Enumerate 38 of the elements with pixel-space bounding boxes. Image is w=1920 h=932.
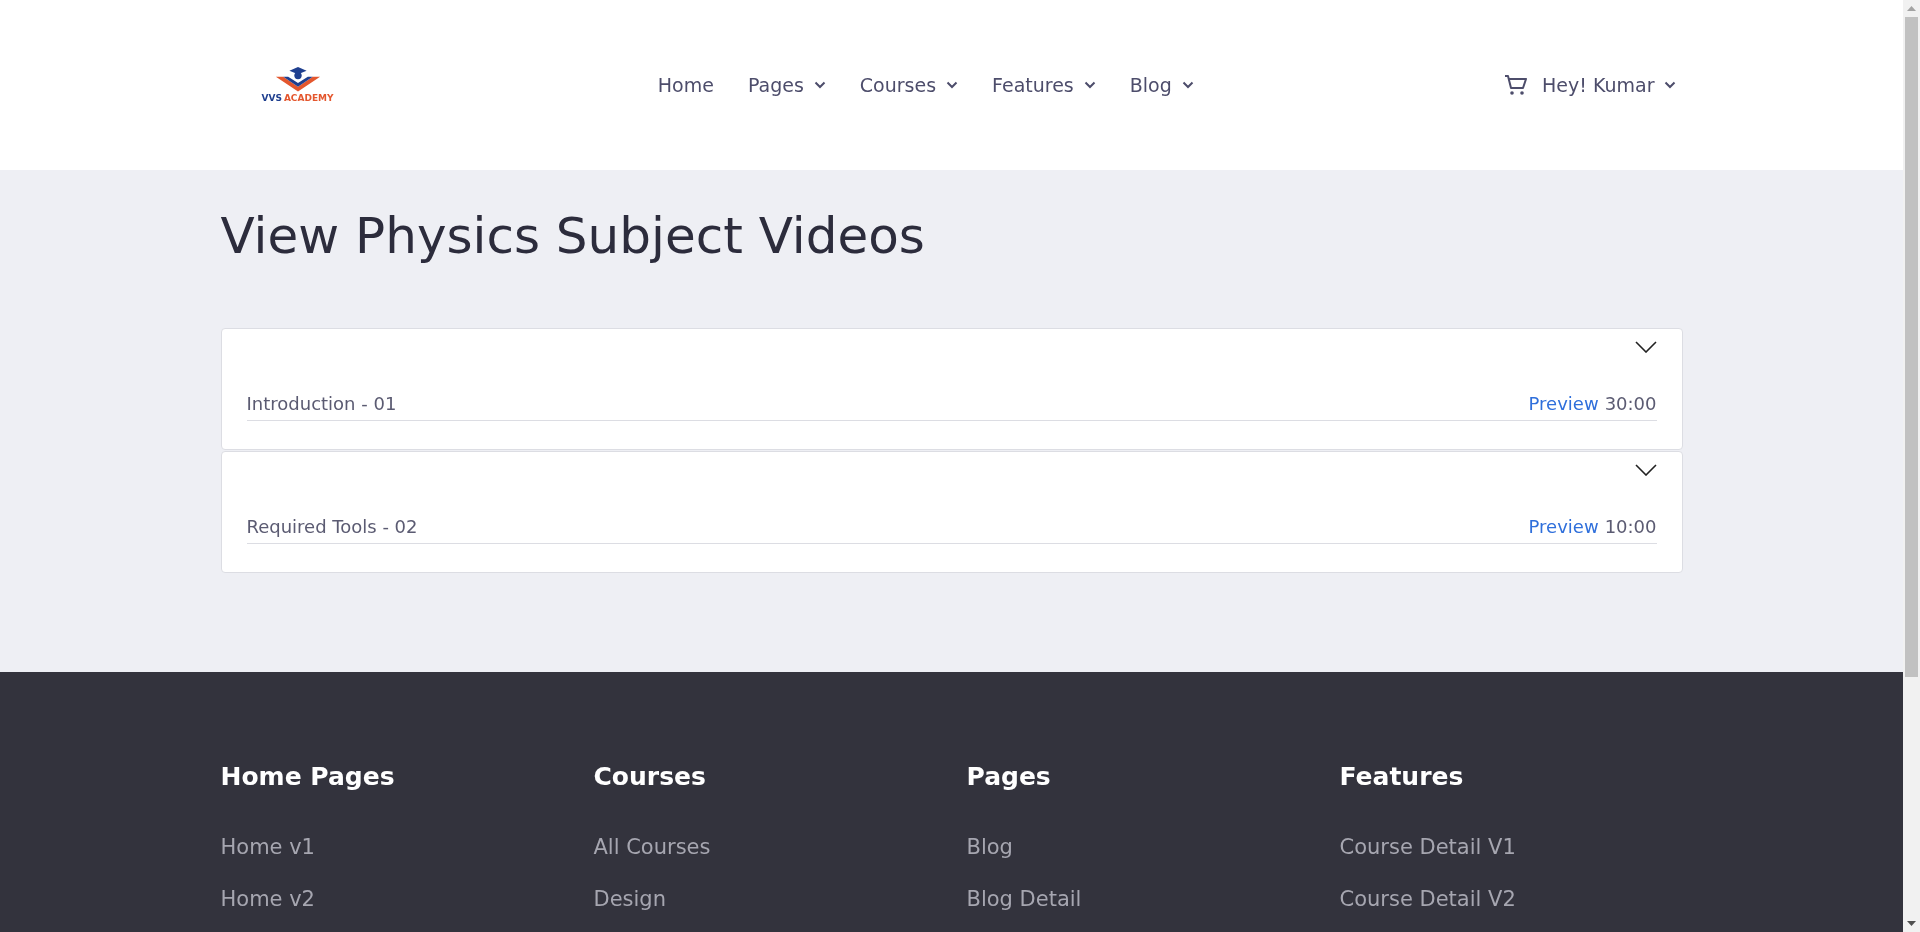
nav-link[interactable]: Pages — [747, 74, 826, 96]
footer-heading: Features — [1339, 762, 1464, 791]
lesson-title: Introduction - 01 — [246, 393, 397, 414]
chevron-down-icon — [946, 81, 959, 89]
user-menu[interactable]: Hey! Kumar — [1542, 74, 1677, 96]
scroll-down-icon[interactable] — [1907, 921, 1916, 926]
footer-heading: Courses — [593, 762, 706, 791]
lesson-duration: 30:00 — [1604, 393, 1657, 414]
chevron-down-icon — [813, 81, 826, 89]
chevron-down-icon — [1083, 81, 1096, 89]
logo-text: VVS — [261, 94, 282, 103]
lesson-duration: 10:00 — [1604, 516, 1657, 537]
footer-link[interactable]: Home v1 — [220, 835, 315, 859]
logo-link[interactable]: VVS ACADEMY — [247, 67, 348, 103]
chevron-down-icon[interactable] — [1634, 464, 1657, 476]
lesson-title: Required Tools - 02 — [246, 516, 418, 537]
chevron-down-icon[interactable] — [1634, 341, 1657, 353]
footer-link[interactable]: Home v2 — [220, 887, 315, 911]
footer-link[interactable]: Blog — [966, 835, 1013, 859]
nav-link[interactable]: Home — [657, 74, 714, 96]
footer-link[interactable]: All Courses — [593, 835, 711, 859]
nav-link[interactable]: Blog — [1129, 74, 1194, 96]
footer-heading: Home Pages — [220, 762, 395, 791]
preview-link[interactable]: Preview — [1528, 393, 1599, 414]
nav-link[interactable]: Courses — [859, 74, 959, 96]
preview-link[interactable]: Preview — [1528, 516, 1599, 537]
logo-text: ACADEMY — [283, 94, 334, 103]
page-title: View Physics Subject Videos — [220, 206, 926, 266]
nav-link[interactable]: Features — [992, 74, 1096, 96]
cart-icon[interactable] — [1504, 74, 1529, 96]
footer-link[interactable]: Design — [593, 887, 666, 911]
chevron-down-icon — [1181, 81, 1194, 89]
chevron-down-icon — [1664, 81, 1677, 89]
scrollbar-thumb[interactable] — [1905, 17, 1918, 677]
footer-link[interactable]: Blog Detail — [966, 887, 1082, 911]
footer-heading: Pages — [966, 762, 1051, 791]
footer-link[interactable]: Course Detail V1 — [1339, 835, 1516, 859]
footer-link[interactable]: Course Detail V2 — [1339, 887, 1516, 911]
